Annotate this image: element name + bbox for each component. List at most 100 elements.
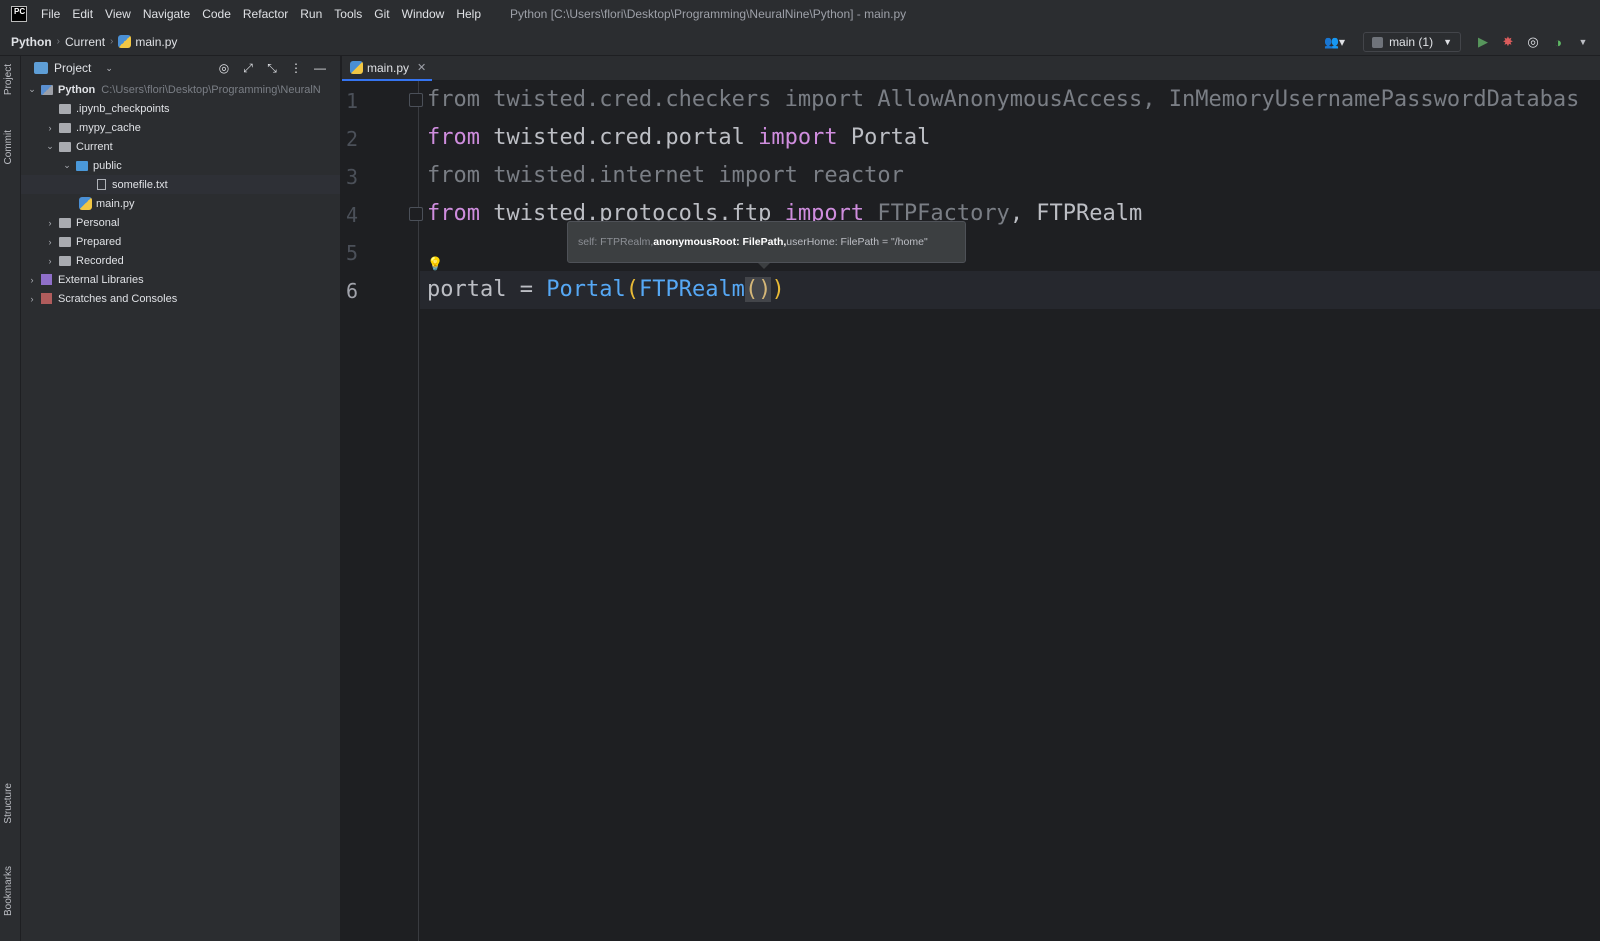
folder-icon <box>59 236 71 247</box>
tree-item-scratches[interactable]: › Scratches and Consoles <box>21 289 340 308</box>
chevron-down-icon: ▼ <box>1443 37 1452 47</box>
code-token: twisted.internet <box>479 163 719 188</box>
debug-icon[interactable]: ✸ <box>1500 34 1516 50</box>
menu-view[interactable]: View <box>105 7 131 21</box>
tree-item-python-root[interactable]: ⌄ Python C:\Users\flori\Desktop\Programm… <box>21 80 340 99</box>
breadcrumb-project[interactable]: Python <box>11 35 52 49</box>
code-token: Portal <box>837 125 931 150</box>
folder-icon <box>59 122 71 133</box>
project-panel-header: Project ⌄ ◎ ⤢ ⤡ ⋮ — <box>21 56 340 80</box>
chevron-right-icon[interactable]: › <box>45 123 55 133</box>
chevron-down-icon[interactable]: ⌄ <box>27 84 37 95</box>
menu-file[interactable]: File <box>41 7 60 21</box>
menu-run[interactable]: Run <box>300 7 322 21</box>
tool-tab-structure[interactable]: Structure <box>3 783 14 824</box>
tool-tab-commit[interactable]: Commit <box>3 130 14 164</box>
text-file-icon <box>97 179 106 190</box>
code-token: twisted.cred.portal <box>479 125 759 150</box>
menu-code[interactable]: Code <box>202 7 231 21</box>
tree-item-somefile[interactable]: somefile.txt <box>21 175 340 194</box>
tool-tab-bookmarks[interactable]: Bookmarks <box>3 866 14 916</box>
coverage-icon[interactable]: ◑ <box>1550 34 1566 50</box>
project-view-icon <box>34 62 48 74</box>
close-icon[interactable]: ✕ <box>417 61 426 74</box>
tree-item-public[interactable]: ⌄ public <box>21 156 340 175</box>
menu-window[interactable]: Window <box>402 7 445 21</box>
tree-item-recorded[interactable]: › Recorded <box>21 251 340 270</box>
project-view-label[interactable]: Project <box>54 61 91 75</box>
popup-pointer <box>758 263 770 269</box>
lightbulb-icon[interactable]: 💡 <box>427 256 443 271</box>
chevron-right-icon[interactable]: › <box>45 256 55 266</box>
fold-marker-icon[interactable] <box>409 207 423 221</box>
chevron-right-icon[interactable]: › <box>45 237 55 247</box>
line-number: 4 <box>345 203 359 227</box>
tab-label: main.py <box>367 60 410 75</box>
profile-icon[interactable]: ◎ <box>1525 34 1541 50</box>
chevron-right-icon[interactable]: › <box>45 218 55 228</box>
tree-item-label: .mypy_cache <box>76 121 141 134</box>
code-token: portal <box>427 277 507 302</box>
code-token: import <box>784 87 865 112</box>
tree-item-prepared[interactable]: › Prepared <box>21 232 340 251</box>
tree-item-label: Recorded <box>76 254 124 267</box>
tree-item-label: Personal <box>76 216 120 229</box>
run-configuration-selector[interactable]: main (1) ▼ <box>1363 32 1461 52</box>
code-token: () <box>744 277 772 302</box>
line-number: 5 <box>345 241 359 265</box>
tree-item-current[interactable]: ⌄ Current <box>21 137 340 156</box>
hide-panel-icon[interactable]: — <box>308 61 332 75</box>
param-hint-current: anonymousRoot: FilePath, <box>653 236 787 248</box>
chevron-down-icon[interactable]: ⌄ <box>62 160 72 171</box>
tree-item-main-py[interactable]: main.py <box>21 194 340 213</box>
window-title: Python [C:\Users\flori\Desktop\Programmi… <box>510 7 907 21</box>
menu-navigate[interactable]: Navigate <box>143 7 190 21</box>
python-config-icon <box>1372 36 1384 48</box>
select-opened-file-icon[interactable]: ◎ <box>212 61 236 75</box>
tree-item-label: Python <box>58 83 96 96</box>
code-with-me-icon[interactable]: 👥▾ <box>1324 35 1345 49</box>
chevron-down-icon[interactable]: ⌄ <box>45 141 55 152</box>
menu-help[interactable]: Help <box>456 7 481 21</box>
menu-tools[interactable]: Tools <box>334 7 362 21</box>
project-path-hint: C:\Users\flori\Desktop\Programming\Neura… <box>101 83 321 96</box>
tool-tab-project[interactable]: Project <box>3 64 14 95</box>
more-actions-icon[interactable]: ▼ <box>1575 34 1591 50</box>
code-token: , FTPRealm <box>1009 201 1143 226</box>
tree-item-external-libraries[interactable]: › External Libraries <box>21 270 340 289</box>
run-icon[interactable]: ▶ <box>1475 34 1491 50</box>
tree-item-label: main.py <box>96 197 135 210</box>
param-hint-rest: userHome: FilePath = "/home" <box>786 236 928 248</box>
tree-item-mypy-cache[interactable]: › .mypy_cache <box>21 118 340 137</box>
menu-edit[interactable]: Edit <box>72 7 93 21</box>
collapse-all-icon[interactable]: ⤡ <box>260 61 284 76</box>
options-menu-icon[interactable]: ⋮ <box>284 61 308 75</box>
tab-main-py[interactable]: main.py ✕ <box>342 56 432 81</box>
code-token: AllowAnonymousAccess, InMemoryUsernamePa… <box>864 87 1580 112</box>
breadcrumb-folder[interactable]: Current <box>65 35 105 49</box>
breadcrumb-file[interactable]: main.py <box>135 35 177 49</box>
code-token: from <box>427 163 480 188</box>
code-line-2: from twisted.cred.portal import Portal <box>427 125 930 150</box>
expand-all-icon[interactable]: ⤢ <box>236 61 260 76</box>
python-file-icon <box>350 61 363 74</box>
code-editor[interactable]: 1 2 3 4 5 6 from twisted.cred.checkers i… <box>342 81 1600 941</box>
tree-item-label: .ipynb_checkpoints <box>76 102 170 115</box>
python-file-icon <box>79 197 92 210</box>
toolbar-right: 👥▾ main (1) ▼ ▶ ✸ ◎ ◑ ▼ <box>1324 28 1600 56</box>
tree-item-personal[interactable]: › Personal <box>21 213 340 232</box>
chevron-right-icon[interactable]: › <box>27 275 37 285</box>
project-panel: Project ⌄ ◎ ⤢ ⤡ ⋮ — ⌄ Python C:\Users\fl… <box>21 56 341 941</box>
chevron-right-icon[interactable]: › <box>27 294 37 304</box>
menu-git[interactable]: Git <box>374 7 389 21</box>
editor-tab-bar: main.py ✕ <box>342 56 1600 81</box>
code-token: reactor <box>797 163 904 188</box>
tree-item-label: Prepared <box>76 235 122 248</box>
line-number: 3 <box>345 165 359 189</box>
menu-refactor[interactable]: Refactor <box>243 7 288 21</box>
tree-item-label: Scratches and Consoles <box>58 292 178 305</box>
breadcrumb-separator-icon: › <box>110 36 114 47</box>
chevron-down-icon[interactable]: ⌄ <box>105 63 113 74</box>
fold-marker-icon[interactable] <box>409 93 423 107</box>
tree-item-ipynb-checkpoints[interactable]: .ipynb_checkpoints <box>21 99 340 118</box>
